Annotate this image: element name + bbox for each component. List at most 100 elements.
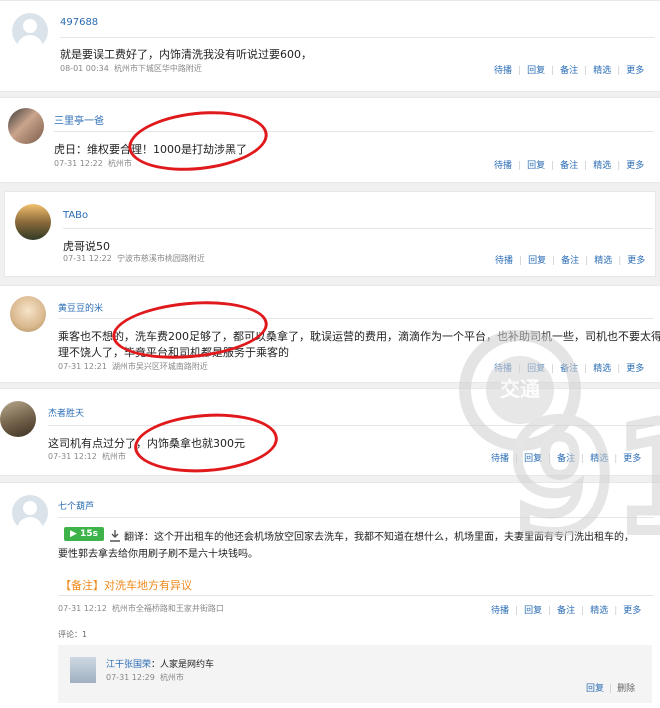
username[interactable]: 三里亭一爸 [54, 112, 104, 127]
comment-meta: 07-31 12:22 杭州市 [54, 158, 132, 169]
note-button[interactable]: 备注 [561, 256, 579, 266]
divider: | [548, 454, 552, 464]
avatar[interactable] [70, 657, 96, 683]
comment-text: 理不饶人了，毕竟平台和司机都是服务于乘客的 [58, 346, 289, 359]
note-button[interactable]: 备注 [560, 364, 578, 374]
action-bar: 待播 | 回复 | 备注 | 精选 | 更多 [494, 63, 644, 76]
reply-text: ：人家是网约车 [151, 660, 215, 670]
broadcast-button[interactable]: 待播 [494, 364, 512, 374]
more-button[interactable]: 更多 [623, 454, 641, 464]
reply-button[interactable]: 回复 [524, 454, 542, 464]
divider: | [551, 364, 555, 374]
feature-button[interactable]: 精选 [594, 256, 612, 266]
timestamp: 07-31 12:12 [58, 604, 107, 613]
reply-button[interactable]: 回复 [527, 161, 545, 171]
divider: | [584, 161, 588, 171]
timestamp: 07-31 12:22 [54, 159, 103, 168]
remark-label: 【备注】对洗车地方有异议 [60, 579, 192, 592]
feature-button[interactable]: 精选 [590, 454, 608, 464]
comment-meta: 07-31 12:22 宁波市慈溪市桃园路附近 [63, 253, 205, 264]
feature-button[interactable]: 精选 [593, 161, 611, 171]
timestamp: 07-31 12:29 [106, 673, 155, 682]
comment-text: 就是要误工费好了，内饰清洗我没有听说过要600， [60, 48, 312, 61]
divider [58, 517, 654, 518]
more-button[interactable]: 更多 [627, 256, 645, 266]
note-button[interactable]: 备注 [557, 606, 575, 616]
divider: | [551, 66, 555, 76]
comment-card: 三里亭一爸 虎日：维权要合理！1000是打劫涉黑了 07-31 12:22 杭州… [0, 97, 660, 183]
username[interactable]: TABo [63, 210, 88, 221]
divider: | [609, 684, 613, 694]
divider: | [618, 256, 622, 266]
comment-text: 虎日：维权要合理！1000是打劫涉黑了 [54, 143, 247, 156]
divider [48, 425, 654, 426]
reply-username[interactable]: 江干张国荣 [106, 660, 151, 670]
location: 杭州市 [107, 159, 132, 168]
reply-actions: 回复 | 删除 [586, 681, 635, 694]
divider: | [518, 66, 522, 76]
avatar[interactable] [15, 204, 51, 240]
comment-text: 虎哥说50 [63, 240, 110, 253]
reply-line: 江干张国荣：人家是网约车 [106, 657, 214, 670]
reply-button[interactable]: 回复 [527, 364, 545, 374]
timestamp: 07-31 12:12 [48, 452, 97, 461]
broadcast-button[interactable]: 待播 [495, 256, 513, 266]
divider: | [519, 256, 523, 266]
divider: | [581, 454, 585, 464]
comment-meta: 07-31 12:12 杭州市 [48, 451, 126, 462]
more-button[interactable]: 更多 [623, 606, 641, 616]
username[interactable]: 七个葫芦 [58, 499, 94, 512]
more-button[interactable]: 更多 [626, 66, 644, 76]
audio-play-button[interactable]: ▶ 15s [64, 527, 104, 541]
note-button[interactable]: 备注 [557, 454, 575, 464]
divider: | [515, 606, 519, 616]
username[interactable]: 黄豆豆的米 [58, 301, 103, 314]
divider: | [584, 364, 588, 374]
divider: | [518, 161, 522, 171]
reply-button[interactable]: 回复 [586, 684, 604, 694]
broadcast-button[interactable]: 待播 [494, 161, 512, 171]
avatar[interactable] [0, 401, 36, 437]
translation-text: 翻译：这个开出租车的他还会机场放空回家去洗车，我都不知道在想什么，机场里面，夫妻… [124, 532, 634, 543]
download-icon[interactable] [110, 527, 120, 542]
note-button[interactable]: 备注 [560, 161, 578, 171]
delete-button[interactable]: 删除 [617, 684, 635, 694]
note-button[interactable]: 备注 [560, 66, 578, 76]
divider: | [551, 161, 555, 171]
avatar[interactable] [10, 296, 46, 332]
timestamp: 07-31 12:22 [63, 254, 112, 263]
comment-text: 乘客也不想的，洗车费200足够了，都可以桑拿了，耽误运营的费用，滴滴作为一个平台… [58, 330, 660, 343]
broadcast-button[interactable]: 待播 [491, 454, 509, 464]
broadcast-button[interactable]: 待播 [491, 606, 509, 616]
more-button[interactable]: 更多 [626, 161, 644, 171]
comment-card: TABo 虎哥说50 07-31 12:22 宁波市慈溪市桃园路附近 待播 | 回复… [4, 191, 656, 277]
feature-button[interactable]: 精选 [593, 66, 611, 76]
username[interactable]: 497688 [60, 17, 98, 28]
action-bar: 待播 | 回复 | 备注 | 精选 | 更多 [494, 158, 644, 171]
action-bar: 待播 | 回复 | 备注 | 精选 | 更多 [494, 361, 644, 374]
location: 杭州市全福桥路和王家井街路口 [111, 604, 224, 613]
divider: | [617, 66, 621, 76]
more-button[interactable]: 更多 [626, 364, 644, 374]
reply-button[interactable]: 回复 [528, 256, 546, 266]
avatar[interactable] [12, 495, 48, 531]
divider: | [584, 66, 588, 76]
reply-button[interactable]: 回复 [524, 606, 542, 616]
location: 杭州市 [159, 673, 184, 682]
location: 杭州市 [101, 452, 126, 461]
comment-meta: 07-31 12:12 杭州市全福桥路和王家井街路口 [58, 603, 224, 614]
avatar[interactable] [8, 108, 44, 144]
divider: | [548, 606, 552, 616]
avatar[interactable] [12, 13, 48, 49]
broadcast-button[interactable]: 待播 [494, 66, 512, 76]
divider [54, 131, 654, 132]
username[interactable]: 杰者胜天 [48, 406, 84, 419]
divider: | [585, 256, 589, 266]
feature-button[interactable]: 精选 [593, 364, 611, 374]
comment-text: 这司机有点过分了，内饰桑拿也就300元 [48, 437, 245, 450]
divider: | [617, 364, 621, 374]
reply-button[interactable]: 回复 [527, 66, 545, 76]
reply-box: 江干张国荣：人家是网约车 07-31 12:29 杭州市 回复 | 删除 [58, 645, 652, 703]
feature-button[interactable]: 精选 [590, 606, 608, 616]
divider [63, 228, 653, 229]
